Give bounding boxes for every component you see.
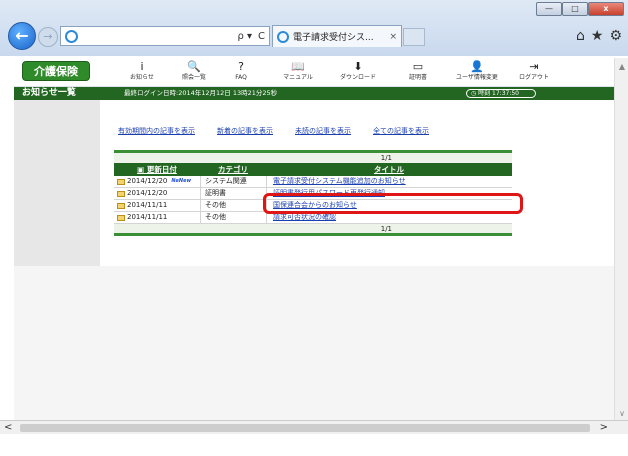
filter-links: 有効期間内の記事を表示 新着の記事を表示 未読の記事を表示 全ての記事を表示 bbox=[118, 126, 429, 136]
favorites-icon[interactable]: ★ bbox=[591, 28, 604, 44]
row-category: システム関連 bbox=[200, 176, 266, 187]
filter-all-link[interactable]: 全ての記事を表示 bbox=[373, 126, 429, 136]
status-area bbox=[0, 434, 628, 456]
highlight-annotation bbox=[263, 193, 523, 214]
home-icon[interactable]: ⌂ bbox=[576, 28, 585, 44]
pager-top: 1/1 bbox=[114, 150, 512, 163]
download-icon: ⬇ bbox=[353, 60, 363, 73]
browser-tab[interactable]: 電子請求受付シス... × bbox=[272, 25, 402, 47]
scroll-up-icon[interactable]: ▲ bbox=[615, 62, 628, 71]
blank-area bbox=[14, 266, 614, 420]
category-header[interactable]: カテゴリ bbox=[200, 163, 266, 176]
row-title-link[interactable]: 請求可否状況の確認 bbox=[273, 213, 336, 221]
page-title: お知らせ一覧 bbox=[22, 88, 76, 98]
notice-bar: お知らせ一覧 最終ログイン日時:2014年12月12日 13時21分25秒 ◷ … bbox=[14, 87, 614, 100]
browser-chrome: — □ x ← → ρ ▾ C 電子請求受付シス... × ⌂ ★ ⚙ bbox=[0, 0, 628, 56]
ie-logo-icon bbox=[277, 30, 289, 43]
row-category: その他 bbox=[200, 200, 266, 211]
minimize-button[interactable]: — bbox=[536, 2, 562, 16]
tool-faq[interactable]: ? FAQ bbox=[226, 60, 256, 86]
vertical-scrollbar[interactable]: ▲ ∨ bbox=[614, 58, 628, 420]
certificate-icon: ▭ bbox=[412, 60, 424, 73]
mail-icon bbox=[117, 214, 125, 221]
app-header: 介護保険 i お知らせ 🔍 照会一覧 ? FAQ 📖 マニュアル ⬇ ダウンロー… bbox=[14, 58, 614, 87]
clock-badge: ◷ 時刻 17:37:50 bbox=[466, 89, 536, 98]
faq-icon: ? bbox=[238, 60, 244, 73]
last-login-text: 最終ログイン日時:2014年12月12日 13時21分25秒 bbox=[124, 89, 278, 97]
mail-icon bbox=[117, 178, 125, 185]
maximize-button[interactable]: □ bbox=[562, 2, 588, 16]
filter-unread-link[interactable]: 未読の記事を表示 bbox=[295, 126, 351, 136]
user-icon: 👤 bbox=[470, 60, 484, 73]
sort-date-header[interactable]: ▣ 更新日付 bbox=[114, 163, 200, 176]
info-icon: i bbox=[140, 60, 144, 73]
tool-notices[interactable]: i お知らせ bbox=[122, 60, 162, 86]
horizontal-scrollbar[interactable]: < > bbox=[0, 420, 628, 434]
filter-active-link[interactable]: 有効期間内の記事を表示 bbox=[118, 126, 195, 136]
browser-toolbar-icons: ⌂ ★ ⚙ bbox=[576, 28, 622, 44]
table-row: 2014/12/20 NeNew システム関連 電子請求受付システム機能追加のお… bbox=[114, 176, 512, 188]
scroll-thumb[interactable] bbox=[20, 424, 590, 432]
refresh-icon[interactable]: C bbox=[258, 31, 265, 42]
row-title-link[interactable]: 電子請求受付システム機能追加のお知らせ bbox=[273, 177, 406, 185]
new-badge: NeNew bbox=[171, 178, 192, 184]
tool-certificate[interactable]: ▭ 証明書 bbox=[400, 60, 436, 86]
tool-inquiry-list[interactable]: 🔍 照会一覧 bbox=[174, 60, 214, 86]
title-header[interactable]: タイトル bbox=[266, 163, 512, 176]
table-header: ▣ 更新日付 カテゴリ タイトル bbox=[114, 163, 512, 176]
scroll-down-icon[interactable]: ∨ bbox=[615, 409, 628, 418]
search-icon: 🔍 bbox=[187, 60, 201, 73]
back-button[interactable]: ← bbox=[8, 22, 36, 50]
left-pane bbox=[14, 100, 100, 266]
row-date: 2014/11/11 bbox=[127, 201, 168, 209]
book-icon: 📖 bbox=[291, 60, 305, 73]
scroll-right-icon[interactable]: > bbox=[600, 421, 608, 435]
window-controls: — □ x bbox=[536, 2, 624, 16]
tool-logout[interactable]: ⇥ ログアウト bbox=[514, 60, 554, 86]
tool-user-settings[interactable]: 👤 ユーザ情報変更 bbox=[452, 60, 502, 86]
tool-manual[interactable]: 📖 マニュアル bbox=[276, 60, 320, 86]
forward-button[interactable]: → bbox=[38, 27, 58, 47]
close-window-button[interactable]: x bbox=[588, 2, 624, 16]
tab-close-icon[interactable]: × bbox=[389, 32, 401, 42]
mail-icon bbox=[117, 202, 125, 209]
brand-logo[interactable]: 介護保険 bbox=[22, 61, 90, 81]
row-date: 2014/12/20 bbox=[127, 189, 168, 197]
row-category: その他 bbox=[200, 212, 266, 223]
row-category: 証明書 bbox=[200, 188, 266, 199]
gear-icon[interactable]: ⚙ bbox=[609, 28, 622, 44]
scroll-left-icon[interactable]: < bbox=[4, 421, 12, 435]
new-tab-button[interactable] bbox=[403, 28, 425, 46]
notice-content: 有効期間内の記事を表示 新着の記事を表示 未読の記事を表示 全ての記事を表示 1… bbox=[100, 100, 614, 266]
search-dropdown-icon[interactable]: ρ ▾ bbox=[237, 31, 252, 42]
mail-icon bbox=[117, 190, 125, 197]
logout-icon: ⇥ bbox=[529, 60, 539, 73]
tool-download[interactable]: ⬇ ダウンロード bbox=[336, 60, 380, 86]
filter-new-link[interactable]: 新着の記事を表示 bbox=[217, 126, 273, 136]
ie-logo-icon bbox=[65, 30, 78, 43]
pager-bottom: 1/1 bbox=[114, 224, 512, 236]
row-date: 2014/12/20 bbox=[127, 177, 168, 185]
address-bar[interactable]: ρ ▾ C bbox=[60, 26, 270, 46]
tab-title: 電子請求受付シス... bbox=[293, 33, 374, 43]
row-date: 2014/11/11 bbox=[127, 213, 168, 221]
